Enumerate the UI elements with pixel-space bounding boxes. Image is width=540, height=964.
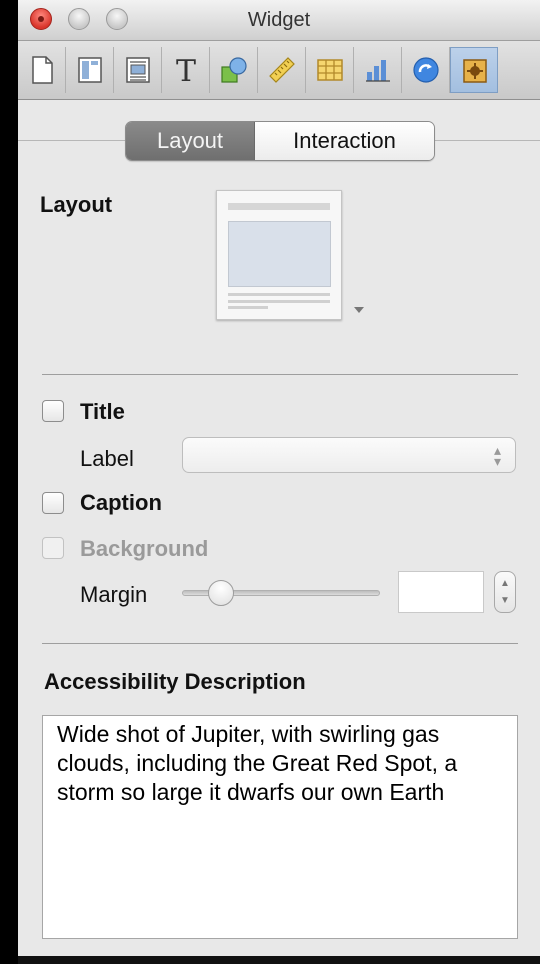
layout-icon — [78, 57, 102, 83]
text-icon: T — [176, 54, 196, 86]
link-icon — [413, 57, 439, 83]
widget-icon — [463, 59, 487, 83]
popup-arrows-icon: ▴ ▾ — [493, 442, 501, 469]
preview-image-area — [228, 221, 331, 287]
metrics-inspector-tab[interactable] — [258, 47, 306, 93]
label-field-label: Label — [80, 446, 134, 471]
table-icon — [317, 59, 343, 81]
tab-layout[interactable]: Layout — [126, 122, 255, 160]
caption-checkbox[interactable] — [42, 492, 64, 514]
margin-input[interactable] — [398, 571, 484, 613]
label-popup-button[interactable]: ▴ ▾ — [182, 437, 516, 473]
margin-slider-knob[interactable] — [207, 580, 234, 606]
stepper-up-icon[interactable]: ▲ — [500, 578, 510, 589]
layout-inspector-tab[interactable] — [66, 47, 114, 93]
graphic-inspector-tab[interactable] — [210, 47, 258, 93]
stepper-down-icon[interactable]: ▼ — [500, 595, 510, 606]
section-divider — [42, 643, 518, 644]
text-wrap-icon — [126, 57, 150, 83]
preview-title-bar — [228, 203, 330, 210]
layout-preview-button[interactable] — [216, 190, 342, 320]
chart-inspector-tab[interactable] — [354, 47, 402, 93]
margin-label: Margin — [80, 582, 148, 607]
tab-interaction[interactable]: Interaction — [255, 122, 434, 160]
title-checkbox[interactable] — [42, 400, 64, 422]
title-bar[interactable]: Widget — [18, 0, 540, 41]
window-bottom-edge — [18, 956, 540, 964]
wrap-inspector-tab[interactable] — [114, 47, 162, 93]
background-checkbox-label: Background — [80, 536, 209, 561]
document-icon — [32, 56, 53, 84]
shapes-icon — [221, 57, 247, 83]
inspector-toolbar: T — [18, 41, 540, 100]
widget-inspector-window: Widget T Layout Interaction Layout Title… — [18, 0, 540, 964]
layout-dropdown-caret-icon[interactable] — [354, 307, 364, 313]
ruler-icon — [269, 57, 295, 83]
margin-stepper[interactable]: ▲ ▼ — [494, 571, 516, 613]
section-divider — [42, 374, 518, 375]
preview-caption-line — [228, 306, 268, 309]
caption-checkbox-label: Caption — [80, 490, 162, 515]
document-inspector-tab[interactable] — [18, 47, 66, 93]
window-title: Widget — [247, 9, 311, 31]
background-checkbox[interactable] — [42, 537, 64, 559]
preview-caption-line — [228, 300, 330, 303]
link-inspector-tab[interactable] — [402, 47, 450, 93]
widget-inspector-tab[interactable] — [450, 47, 498, 93]
text-inspector-tab[interactable]: T — [162, 47, 210, 93]
table-inspector-tab[interactable] — [306, 47, 354, 93]
chart-icon — [366, 60, 390, 82]
accessibility-description-textarea[interactable]: Wide shot of Jupiter, with swirling gas … — [42, 715, 518, 939]
layout-section-label: Layout — [40, 192, 113, 217]
inspector-tabs: Layout Interaction — [125, 121, 435, 161]
title-checkbox-label: Title — [80, 399, 125, 424]
svg-text:T: T — [176, 54, 196, 86]
preview-caption-line — [228, 293, 330, 296]
accessibility-heading: Accessibility Description — [44, 669, 306, 694]
